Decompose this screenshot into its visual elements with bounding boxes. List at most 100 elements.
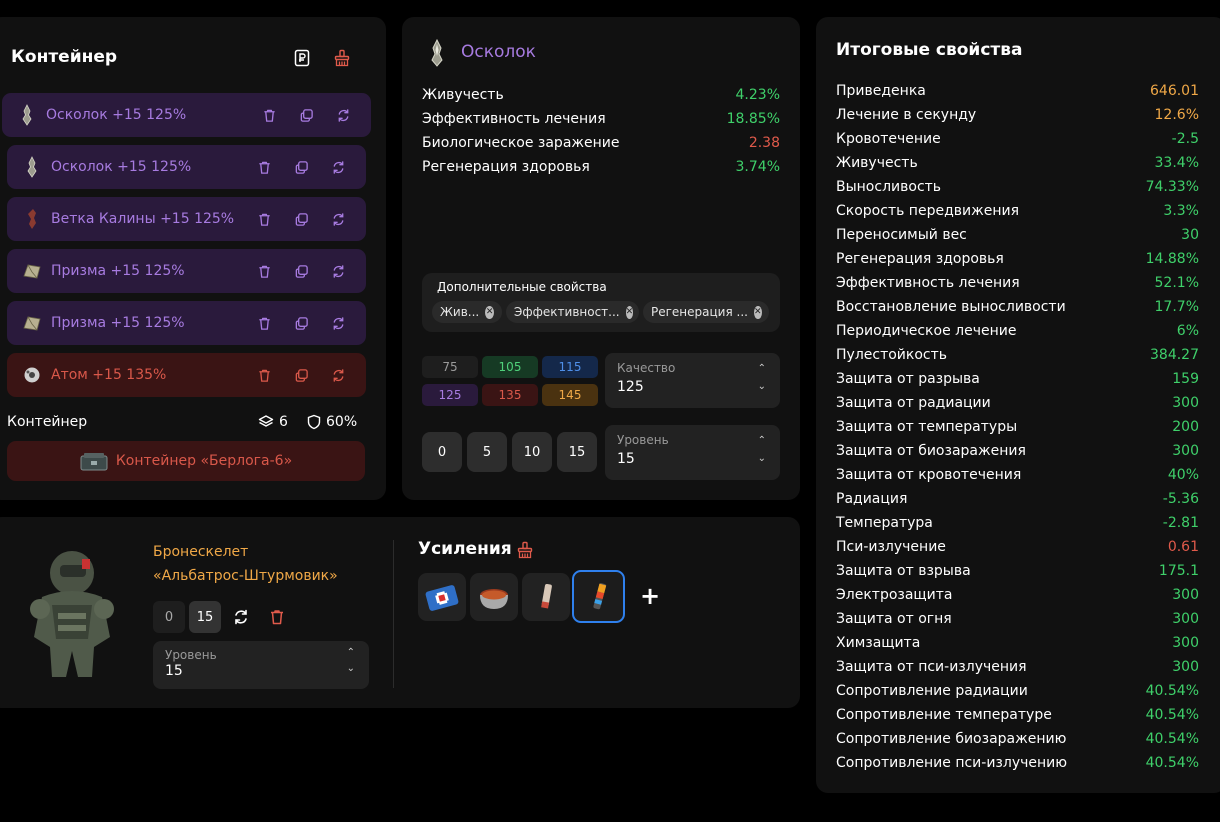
stat-value: 300 <box>1172 443 1199 459</box>
refresh-icon[interactable] <box>329 314 348 333</box>
shield-icon <box>307 414 321 430</box>
boost-food[interactable] <box>470 573 518 621</box>
boost-stimulator-selected[interactable] <box>572 570 625 623</box>
level-value: 15 <box>617 451 635 467</box>
stat-name: Выносливость <box>836 179 942 195</box>
armor-level-label: Уровень <box>165 648 217 662</box>
close-icon[interactable]: ✕ <box>753 305 762 319</box>
extra-property-chip[interactable]: Жив... ✕ <box>432 301 502 323</box>
artifact-stats: Живучесть 4.23% Эффективность лечения 18.85… <box>422 83 780 179</box>
chevron-up-icon[interactable]: ⌃ <box>758 363 766 374</box>
chevron-down-icon[interactable]: ⌄ <box>758 453 766 464</box>
artifact-row[interactable]: Призма +15 125% <box>7 301 366 345</box>
stat-row: Пси-излучение 0.61 <box>836 535 1199 559</box>
close-icon[interactable]: ✕ <box>485 305 494 319</box>
trash-icon[interactable] <box>255 210 274 229</box>
trash-icon[interactable] <box>255 314 274 333</box>
quality-button[interactable]: 125 <box>422 384 478 406</box>
close-icon[interactable]: ✕ <box>625 305 634 319</box>
stat-row: Защита от кровотечения 40% <box>836 463 1199 487</box>
stat-value: 18.85% <box>726 111 780 127</box>
clear-brush-icon[interactable] <box>515 540 535 560</box>
armor-level-select[interactable]: Уровень 15 ⌃ ⌄ <box>153 641 369 689</box>
armor-image <box>22 547 122 685</box>
level-button[interactable]: 0 <box>422 432 462 472</box>
stat-value: 74.33% <box>1145 179 1199 195</box>
level-button[interactable]: 15 <box>557 432 597 472</box>
stat-name: Радиация <box>836 491 908 507</box>
trash-icon[interactable] <box>267 607 287 627</box>
chevron-up-icon[interactable]: ⌃ <box>758 435 766 446</box>
armor-level-15-button[interactable]: 15 <box>189 601 221 633</box>
quality-button[interactable]: 75 <box>422 356 478 378</box>
stat-name: Сопротивление радиации <box>836 683 1028 699</box>
stat-row: Сопротивление биозаражению 40.54% <box>836 727 1199 751</box>
artifact-row[interactable]: Атом +15 135% <box>7 353 366 397</box>
level-button[interactable]: 5 <box>467 432 507 472</box>
chevron-down-icon[interactable]: ⌄ <box>758 381 766 392</box>
shard-icon <box>16 104 38 126</box>
ruble-doc-icon[interactable] <box>292 48 312 68</box>
stat-value: 3.74% <box>735 159 780 175</box>
stat-name: Защита от разрыва <box>836 371 980 387</box>
refresh-icon[interactable] <box>329 158 348 177</box>
artifact-row[interactable]: Осколок +15 125% <box>7 145 366 189</box>
quality-label: Качество <box>617 361 676 375</box>
level-select[interactable]: Уровень 15 ⌃ ⌄ <box>605 425 780 480</box>
extra-property-chip[interactable]: Регенерация ... ✕ <box>643 301 769 323</box>
refresh-icon[interactable] <box>329 210 348 229</box>
stat-row: Скорость передвижения 3.3% <box>836 199 1199 223</box>
stat-value: 0.61 <box>1167 539 1199 555</box>
quality-button[interactable]: 115 <box>542 356 598 378</box>
trash-icon[interactable] <box>255 262 274 281</box>
extra-properties-box: Дополнительные свойства Жив... ✕ Эффективн… <box>422 273 780 332</box>
copy-icon[interactable] <box>292 314 311 333</box>
artifact-row[interactable]: Ветка Калины +15 125% <box>7 197 366 241</box>
stat-value: -2.5 <box>1171 131 1199 147</box>
chevron-up-icon[interactable]: ⌃ <box>347 647 355 658</box>
trash-icon[interactable] <box>260 106 279 125</box>
stat-name: Восстановление выносливости <box>836 299 1066 315</box>
copy-icon[interactable] <box>292 366 311 385</box>
level-button[interactable]: 10 <box>512 432 552 472</box>
add-boost-button[interactable]: + <box>640 582 660 610</box>
refresh-icon[interactable] <box>231 607 251 627</box>
stat-value: 3.3% <box>1163 203 1199 219</box>
stat-row: Регенерация здоровья 14.88% <box>836 247 1199 271</box>
boost-injector[interactable] <box>522 573 570 621</box>
quality-button[interactable]: 145 <box>542 384 598 406</box>
trash-icon[interactable] <box>255 158 274 177</box>
copy-icon[interactable] <box>297 106 316 125</box>
quality-button[interactable]: 105 <box>482 356 538 378</box>
slots-count: 6 <box>258 414 288 430</box>
copy-icon[interactable] <box>292 158 311 177</box>
chevron-down-icon[interactable]: ⌄ <box>347 663 355 674</box>
clear-brush-icon[interactable] <box>332 48 352 68</box>
refresh-icon[interactable] <box>329 262 348 281</box>
stat-name: Живучесть <box>836 155 918 171</box>
extra-property-chip[interactable]: Эффективност... ✕ <box>506 301 639 323</box>
artifact-row[interactable]: Осколок +15 125% <box>2 93 371 137</box>
stat-value: 14.88% <box>1145 251 1199 267</box>
container-select-button[interactable]: Контейнер «Берлога-6» <box>7 441 365 481</box>
stat-row: Химзащита 300 <box>836 631 1199 655</box>
stat-value: 30 <box>1181 227 1199 243</box>
artifact-row-label: Атом +15 135% <box>51 367 167 383</box>
trash-icon[interactable] <box>255 366 274 385</box>
stat-row: Выносливость 74.33% <box>836 175 1199 199</box>
stat-value: 300 <box>1172 587 1199 603</box>
stat-name: Периодическое лечение <box>836 323 1017 339</box>
copy-icon[interactable] <box>292 210 311 229</box>
refresh-icon[interactable] <box>334 106 353 125</box>
stat-row: Переносимый вес 30 <box>836 223 1199 247</box>
copy-icon[interactable] <box>292 262 311 281</box>
stat-value: 2.38 <box>748 135 780 151</box>
refresh-icon[interactable] <box>329 366 348 385</box>
quality-button[interactable]: 135 <box>482 384 538 406</box>
boost-medkit[interactable] <box>418 573 466 621</box>
prism-icon <box>21 312 43 334</box>
stat-row: Защита от пси-излучения 300 <box>836 655 1199 679</box>
armor-level-0-button[interactable]: 0 <box>153 601 185 633</box>
quality-select[interactable]: Качество 125 ⌃ ⌄ <box>605 353 780 408</box>
artifact-row[interactable]: Призма +15 125% <box>7 249 366 293</box>
